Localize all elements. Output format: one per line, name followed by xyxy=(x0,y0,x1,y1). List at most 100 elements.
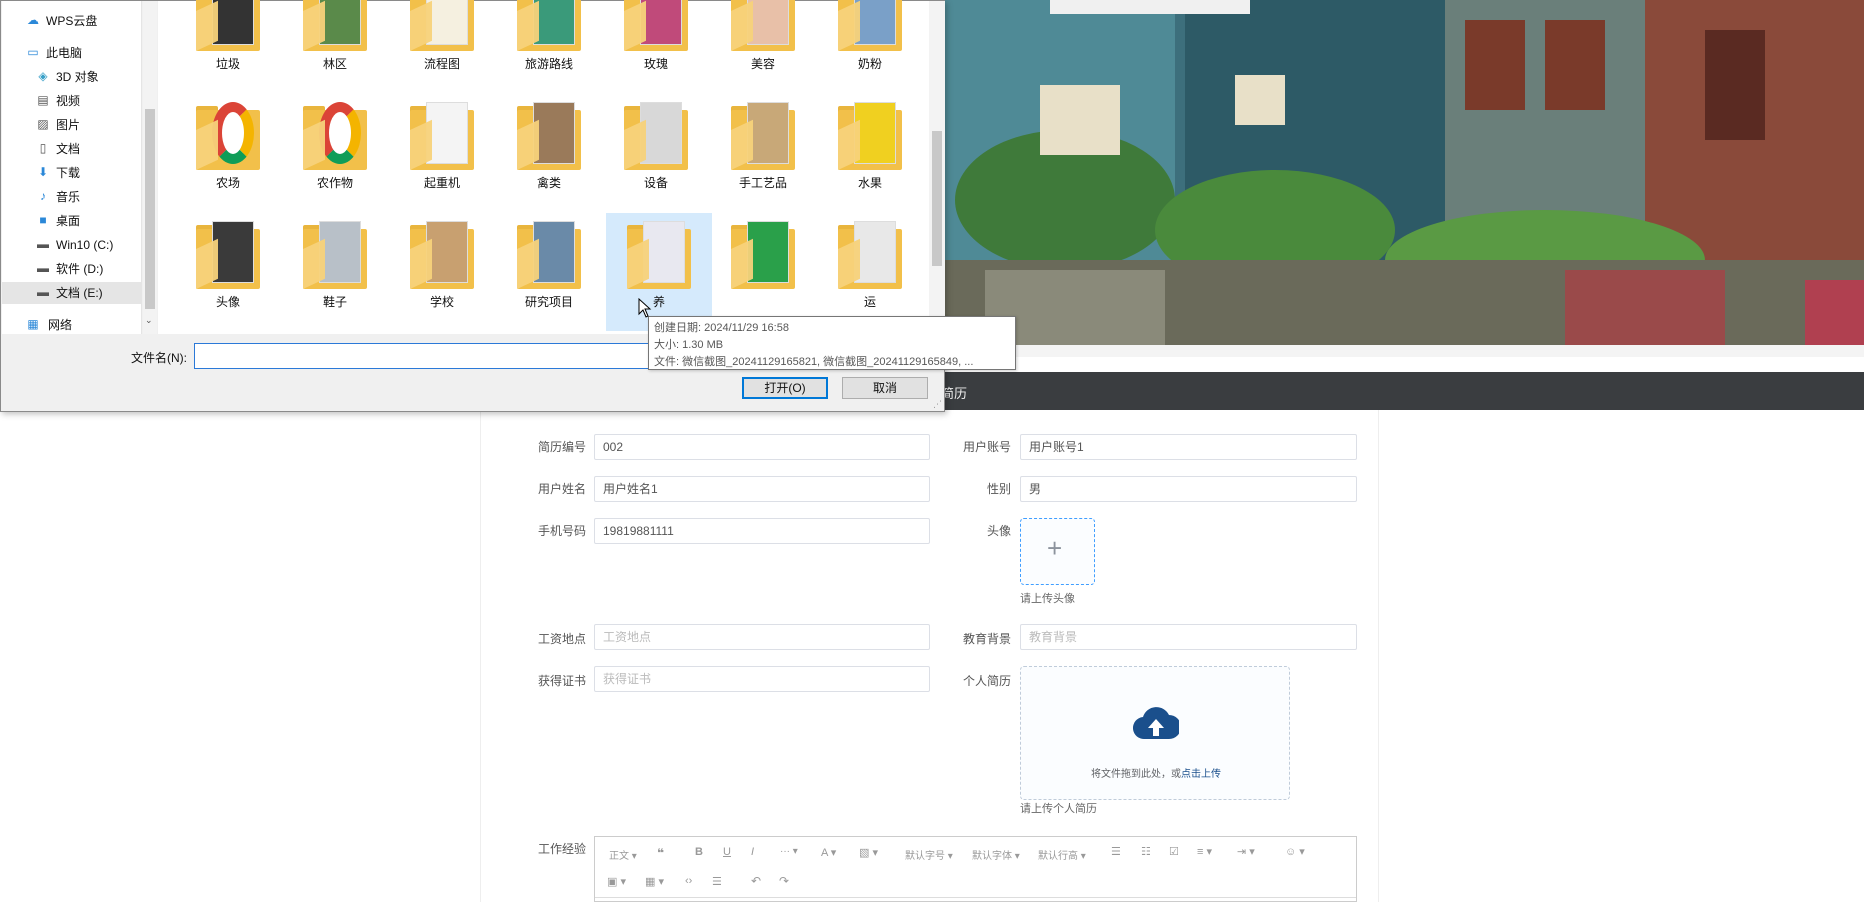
folder-item[interactable]: 手工艺品 xyxy=(713,100,813,210)
gender-select[interactable]: 男 xyxy=(1020,476,1357,502)
open-button[interactable]: 打开(O) xyxy=(742,377,828,399)
folder-item[interactable]: 流程图 xyxy=(392,0,492,91)
plus-icon: + xyxy=(1047,533,1063,563)
account-label: 用户账号 xyxy=(962,440,1011,454)
drive-icon: ▬ xyxy=(37,285,49,299)
rich-text-editor[interactable]: 正文 ▾ ❝ B U I ··· ▾ A ▾ ▧ ▾ 默认字号 ▾ 默认字体 ▾… xyxy=(594,836,1357,902)
folder-item[interactable] xyxy=(713,219,813,329)
nav-item-pictures[interactable]: ▨ 图片 xyxy=(2,114,142,136)
bullet-list-icon[interactable]: ☰ xyxy=(1111,845,1121,858)
undo-icon[interactable]: ↶ xyxy=(751,874,761,888)
folder-item[interactable]: 起重机 xyxy=(392,100,492,210)
folder-tooltip: 创建日期: 2024/11/29 16:58 大小: 1.30 MB 文件: 微… xyxy=(648,316,1016,370)
divider-icon[interactable]: ☰ xyxy=(712,875,722,888)
resume-no-input[interactable]: 002 xyxy=(594,434,930,460)
line-height-select[interactable]: 默认行高 ▾ xyxy=(1038,847,1086,862)
music-icon: ♪ xyxy=(40,189,46,203)
folder-item[interactable]: 头像 xyxy=(178,219,278,329)
navigation-pane: ☁ WPS云盘 ▭ 此电脑 ◈ 3D 对象 ▤ 视频 ▨ 图片 ▯ 文档 ⬇ 下载 ♪ 音乐 ■… xyxy=(2,1,142,334)
folder-item[interactable]: 农作物 xyxy=(285,100,385,210)
education-input[interactable]: 教育背景 xyxy=(1020,624,1357,650)
avatar-hint: 请上传头像 xyxy=(1020,593,1075,605)
resize-grip-icon[interactable]: ⋰ xyxy=(933,399,942,410)
folder-item[interactable]: 研究项目 xyxy=(499,219,599,329)
cancel-button[interactable]: 取消 xyxy=(842,377,928,399)
paragraph-select[interactable]: 正文 ▾ xyxy=(609,847,637,862)
indent-icon[interactable]: ⇥ ▾ xyxy=(1237,845,1255,858)
filename-input[interactable] xyxy=(194,343,664,369)
font-size-select[interactable]: 默认字号 ▾ xyxy=(905,847,953,862)
nav-item-network[interactable]: ▦ 网络 xyxy=(2,314,142,336)
emoji-icon[interactable]: ☺ ▾ xyxy=(1285,845,1305,858)
folder-item[interactable]: 垃圾 xyxy=(178,0,278,91)
experience-label: 工作经验 xyxy=(537,842,586,856)
nav-item-downloads[interactable]: ⬇ 下载 xyxy=(2,162,142,184)
background-color-icon[interactable]: ▧ ▾ xyxy=(859,846,878,859)
numbered-list-icon[interactable]: ☷ xyxy=(1141,845,1151,858)
mouse-cursor-icon xyxy=(638,298,652,318)
phone-label: 手机号码 xyxy=(537,524,586,538)
name-input[interactable]: 用户姓名1 xyxy=(594,476,930,502)
nav-scrollbar[interactable]: ⌄ xyxy=(143,1,157,334)
code-icon[interactable]: ‹› xyxy=(685,875,692,887)
folder-item[interactable]: 运 xyxy=(820,219,920,329)
font-color-icon[interactable]: A ▾ xyxy=(821,846,836,859)
phone-input[interactable]: 19819881111 xyxy=(594,518,930,544)
nav-item-3d-objects[interactable]: ◈ 3D 对象 xyxy=(2,66,142,88)
cube-icon: ◈ xyxy=(38,69,48,83)
account-input[interactable]: 用户账号1 xyxy=(1020,434,1357,460)
nav-item-drive-e[interactable]: ▬ 文档 (E:) xyxy=(2,282,142,304)
nav-item-drive-d[interactable]: ▬ 软件 (D:) xyxy=(2,258,142,280)
education-label: 教育背景 xyxy=(962,632,1011,646)
quote-icon[interactable]: ❝ xyxy=(657,846,664,860)
folder-item[interactable]: 奶粉 xyxy=(820,0,920,91)
resume-hint: 请上传个人简历 xyxy=(1020,803,1097,815)
italic-icon[interactable]: I xyxy=(751,846,754,858)
folder-item-hovered[interactable]: 养 xyxy=(606,213,712,331)
bold-icon[interactable]: B xyxy=(695,846,703,858)
nav-item-documents[interactable]: ▯ 文档 xyxy=(2,138,142,160)
font-family-select[interactable]: 默认字体 ▾ xyxy=(972,847,1020,862)
folder-item[interactable]: 玫瑰 xyxy=(606,0,706,91)
folder-item[interactable]: 禽类 xyxy=(499,100,599,210)
avatar-upload[interactable]: + xyxy=(1020,518,1095,585)
salary-input[interactable]: 工资地点 xyxy=(594,624,930,650)
align-icon[interactable]: ≡ ▾ xyxy=(1197,845,1212,858)
certificate-input[interactable]: 获得证书 xyxy=(594,666,930,692)
resume-dropzone[interactable]: 将文件拖到此处，或点击上传 xyxy=(1020,666,1290,800)
nav-item-desktop[interactable]: ■ 桌面 xyxy=(2,210,142,232)
more-icon[interactable]: ··· ▾ xyxy=(780,846,798,857)
folder-item[interactable]: 设备 xyxy=(606,100,706,210)
nav-item-videos[interactable]: ▤ 视频 xyxy=(2,90,142,112)
folder-item[interactable]: 美容 xyxy=(713,0,813,91)
tooltip-size: 大小: 1.30 MB xyxy=(654,339,724,351)
nav-item-wps-cloud[interactable]: ☁ WPS云盘 xyxy=(2,10,142,32)
folder-item[interactable]: 水果 xyxy=(820,100,920,210)
salary-label: 工资地点 xyxy=(537,632,586,646)
video-icon: ▤ xyxy=(37,93,49,107)
folder-item[interactable]: 农场 xyxy=(178,100,278,210)
folder-item[interactable]: 学校 xyxy=(392,219,492,329)
cloud-icon: ☁ xyxy=(27,13,39,27)
nav-item-music[interactable]: ♪ 音乐 xyxy=(2,186,142,208)
name-label: 用户姓名 xyxy=(537,482,586,496)
folder-item[interactable]: 林区 xyxy=(285,0,385,91)
table-icon[interactable]: ▦ ▾ xyxy=(645,875,664,888)
tooltip-created: 创建日期: 2024/11/29 16:58 xyxy=(654,322,789,334)
underline-icon[interactable]: U xyxy=(723,846,731,858)
folder-item[interactable]: 鞋子 xyxy=(285,219,385,329)
dropzone-text: 将文件拖到此处，或 xyxy=(1091,769,1181,780)
download-icon: ⬇ xyxy=(37,165,49,179)
cloud-upload-icon xyxy=(1133,707,1179,740)
nav-item-drive-c[interactable]: ▬ Win10 (C:) xyxy=(2,234,142,256)
redo-icon[interactable]: ↷ xyxy=(779,874,789,888)
click-upload-link[interactable]: 点击上传 xyxy=(1181,769,1221,780)
chevron-down-icon[interactable]: ⌄ xyxy=(145,315,153,326)
folder-item[interactable]: 旅游路线 xyxy=(499,0,599,91)
files-scrollbar[interactable] xyxy=(929,1,945,334)
image-icon[interactable]: ▣ ▾ xyxy=(607,875,626,888)
desktop-icon: ■ xyxy=(39,213,47,227)
banner-image xyxy=(945,0,1864,357)
todo-list-icon[interactable]: ☑ xyxy=(1169,845,1179,858)
nav-item-this-pc[interactable]: ▭ 此电脑 xyxy=(2,42,142,64)
